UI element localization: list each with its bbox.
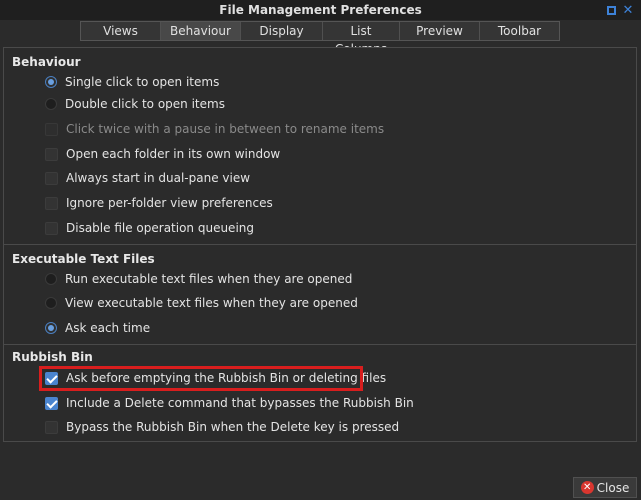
option-label: Single click to open items — [65, 75, 220, 89]
section-title: Behaviour — [12, 55, 81, 69]
checkbox[interactable] — [45, 147, 58, 161]
option-double-click[interactable]: Double click to open items — [45, 94, 225, 114]
tab-toolbar[interactable]: Toolbar — [480, 22, 559, 40]
close-icon: ✕ — [622, 2, 634, 18]
option-single-click[interactable]: Single click to open items — [45, 72, 219, 92]
option-label: Disable file operation queueing — [66, 221, 254, 235]
section-behaviour: Behaviour Single click to open items Dou… — [4, 48, 636, 244]
option-label: Click twice with a pause in between to r… — [66, 122, 385, 136]
checkbox[interactable] — [45, 171, 58, 185]
option-label: View executable text files when they are… — [65, 296, 358, 310]
section-executable-text-files: Executable Text Files Run executable tex… — [4, 244, 636, 344]
option-ask-before-emptying[interactable]: Ask before emptying the Rubbish Bin or d… — [45, 368, 386, 388]
option-label: Include a Delete command that bypasses t… — [66, 396, 414, 410]
checkbox[interactable] — [45, 371, 58, 385]
checkbox[interactable] — [45, 196, 58, 210]
tab-behaviour[interactable]: Behaviour — [161, 22, 241, 40]
checkbox — [45, 122, 58, 136]
title-bar: File Management Preferences ✕ — [0, 0, 641, 20]
radio-button[interactable] — [45, 76, 57, 88]
option-label: Open each folder in its own window — [66, 147, 281, 161]
option-run-executable[interactable]: Run executable text files when they are … — [45, 269, 352, 289]
checkbox[interactable] — [45, 420, 58, 434]
checkbox[interactable] — [45, 396, 58, 410]
radio-button[interactable] — [45, 98, 57, 110]
checkbox[interactable] — [45, 221, 58, 235]
tab-views[interactable]: Views — [81, 22, 161, 40]
option-label: Run executable text files when they are … — [65, 272, 353, 286]
window-title: File Management Preferences — [219, 3, 422, 17]
option-label: Always start in dual-pane view — [66, 171, 251, 185]
option-dual-pane[interactable]: Always start in dual-pane view — [45, 168, 250, 188]
radio-button[interactable] — [45, 273, 57, 285]
radio-button[interactable] — [45, 322, 57, 334]
option-label: Ignore per-folder view preferences — [66, 196, 273, 210]
option-ask-each-time[interactable]: Ask each time — [45, 318, 150, 338]
radio-button[interactable] — [45, 297, 57, 309]
close-button[interactable]: ✕ Close — [573, 477, 637, 498]
option-bypass-rubbish-bin[interactable]: Bypass the Rubbish Bin when the Delete k… — [45, 417, 399, 437]
option-view-executable[interactable]: View executable text files when they are… — [45, 293, 358, 313]
option-label: Ask before emptying the Rubbish Bin or d… — [66, 371, 387, 385]
tab-list-columns[interactable]: List Columns — [323, 22, 400, 56]
section-rubbish-bin: Rubbish Bin Ask before emptying the Rubb… — [4, 344, 636, 442]
option-open-own-window[interactable]: Open each folder in its own window — [45, 144, 280, 164]
close-button-label: Close — [596, 480, 630, 495]
tab-bar: Views Behaviour Display List Columns Pre… — [80, 21, 560, 56]
option-label: Bypass the Rubbish Bin when the Delete k… — [66, 420, 400, 434]
section-title: Rubbish Bin — [12, 350, 93, 364]
option-label: Double click to open items — [65, 97, 225, 111]
close-icon: ✕ — [580, 481, 594, 494]
option-ignore-per-folder[interactable]: Ignore per-folder view preferences — [45, 193, 273, 213]
maximize-button[interactable] — [604, 3, 618, 17]
maximize-icon — [606, 5, 616, 15]
preferences-panel: Behaviour Single click to open items Dou… — [3, 47, 637, 442]
option-include-delete-command[interactable]: Include a Delete command that bypasses t… — [45, 393, 414, 413]
option-label: Ask each time — [65, 321, 151, 335]
option-click-twice-rename: Click twice with a pause in between to r… — [45, 119, 384, 139]
tab-preview[interactable]: Preview — [400, 22, 480, 40]
tab-display[interactable]: Display — [241, 22, 323, 40]
section-title: Executable Text Files — [12, 252, 155, 266]
window-close-button[interactable]: ✕ — [621, 3, 635, 17]
option-disable-queueing[interactable]: Disable file operation queueing — [45, 218, 254, 238]
